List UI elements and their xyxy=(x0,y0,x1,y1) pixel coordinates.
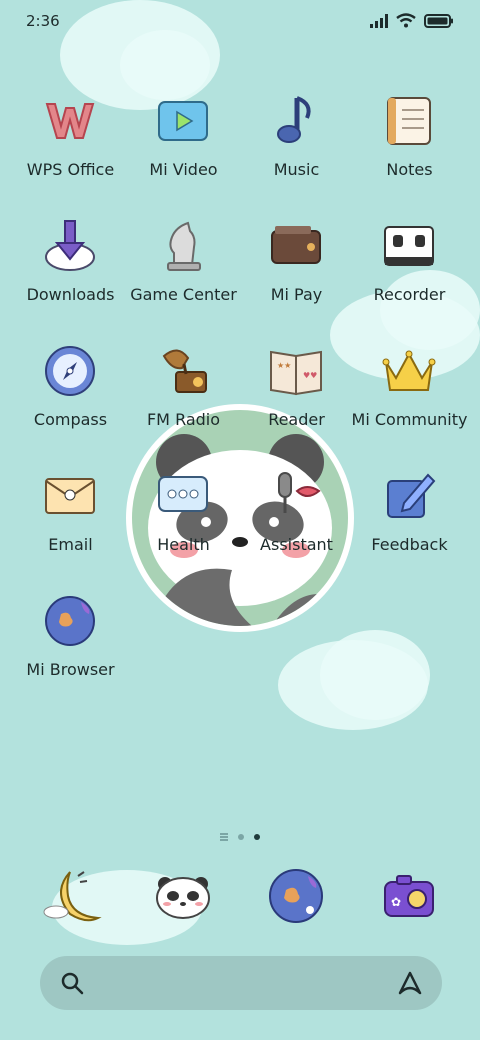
svg-text:★★: ★★ xyxy=(277,361,291,370)
app-mi-pay[interactable]: Mi Pay xyxy=(240,213,353,333)
moon-icon xyxy=(43,871,102,922)
chess-knight-icon xyxy=(154,217,212,275)
gramophone-icon xyxy=(154,342,212,400)
app-assistant[interactable]: Assistant xyxy=(240,463,353,583)
wps-office-icon xyxy=(41,92,99,150)
crown-icon xyxy=(380,342,438,400)
status-bar: 2:36 xyxy=(0,0,480,44)
app-label: FM Radio xyxy=(146,410,221,429)
app-label: Mi Community xyxy=(351,410,468,429)
app-compass[interactable]: Compass xyxy=(14,338,127,458)
app-label: Notes xyxy=(386,160,433,179)
app-label: Assistant xyxy=(260,535,333,554)
chat-bubble-icon xyxy=(154,467,212,525)
app-label: Compass xyxy=(33,410,108,429)
app-label: Game Center xyxy=(130,285,237,304)
app-health[interactable]: Health xyxy=(127,463,240,583)
app-label: Feedback xyxy=(371,535,448,554)
app-recorder[interactable]: Recorder xyxy=(353,213,466,333)
open-book-icon: ★★ ♥♥ xyxy=(267,342,325,400)
app-game-center[interactable]: Game Center xyxy=(127,213,240,333)
app-label: Mi Video xyxy=(149,160,218,179)
app-label: Recorder xyxy=(373,285,446,304)
notes-icon xyxy=(380,92,438,150)
app-fm-radio[interactable]: FM Radio xyxy=(127,338,240,458)
compass-icon xyxy=(41,342,99,400)
app-label: Health xyxy=(157,535,210,554)
app-label: WPS Office xyxy=(26,160,115,179)
app-label: Mi Browser xyxy=(26,660,115,679)
wifi-icon xyxy=(396,12,416,32)
app-reader[interactable]: ★★ ♥♥ Reader xyxy=(240,338,353,458)
search-icon xyxy=(60,971,84,995)
envelope-icon xyxy=(41,467,99,525)
app-notes[interactable]: Notes xyxy=(353,88,466,208)
battery-icon xyxy=(424,13,454,32)
page-dot-active xyxy=(254,834,260,840)
app-mi-video[interactable]: Mi Video xyxy=(127,88,240,208)
app-wps-office[interactable]: WPS Office xyxy=(14,88,127,208)
app-label: Email xyxy=(48,535,93,554)
camera-icon: ✿ xyxy=(384,875,434,917)
app-mi-community[interactable]: Mi Community xyxy=(352,338,467,458)
wallet-icon xyxy=(267,217,325,275)
dock-browser[interactable] xyxy=(266,866,326,926)
music-note-icon xyxy=(267,92,325,150)
globe-icon xyxy=(41,592,99,650)
app-label: Music xyxy=(273,160,320,179)
status-time: 2:36 xyxy=(26,12,60,30)
app-label: Reader xyxy=(268,410,325,429)
app-downloads[interactable]: Downloads xyxy=(14,213,127,333)
dock-phone[interactable] xyxy=(42,866,102,926)
app-mi-browser[interactable]: Mi Browser xyxy=(14,588,127,708)
download-cloud-icon xyxy=(41,217,99,275)
app-label: Mi Pay xyxy=(270,285,323,304)
assistant-icon[interactable] xyxy=(396,969,424,997)
page-dot xyxy=(238,834,244,840)
cassette-icon xyxy=(380,217,438,275)
dock: ✿ xyxy=(0,860,480,940)
dock-messages[interactable] xyxy=(153,866,213,926)
app-drawer-indicator xyxy=(220,833,228,841)
microphone-lips-icon xyxy=(267,467,325,525)
cloud-decoration xyxy=(320,630,430,720)
globe-icon xyxy=(269,869,323,923)
signal-icon xyxy=(370,13,388,32)
app-label: Downloads xyxy=(26,285,115,304)
app-email[interactable]: Email xyxy=(14,463,127,583)
dock-camera[interactable]: ✿ xyxy=(379,866,439,926)
page-indicator[interactable] xyxy=(200,830,280,844)
svg-text:✿: ✿ xyxy=(391,895,401,909)
svg-text:♥♥: ♥♥ xyxy=(303,371,317,380)
app-music[interactable]: Music xyxy=(240,88,353,208)
status-icons xyxy=(370,12,454,32)
mi-video-icon xyxy=(154,92,212,150)
panda-face-icon xyxy=(156,877,210,919)
edit-pen-icon xyxy=(380,467,438,525)
search-bar[interactable] xyxy=(40,956,442,1010)
app-feedback[interactable]: Feedback xyxy=(353,463,466,583)
